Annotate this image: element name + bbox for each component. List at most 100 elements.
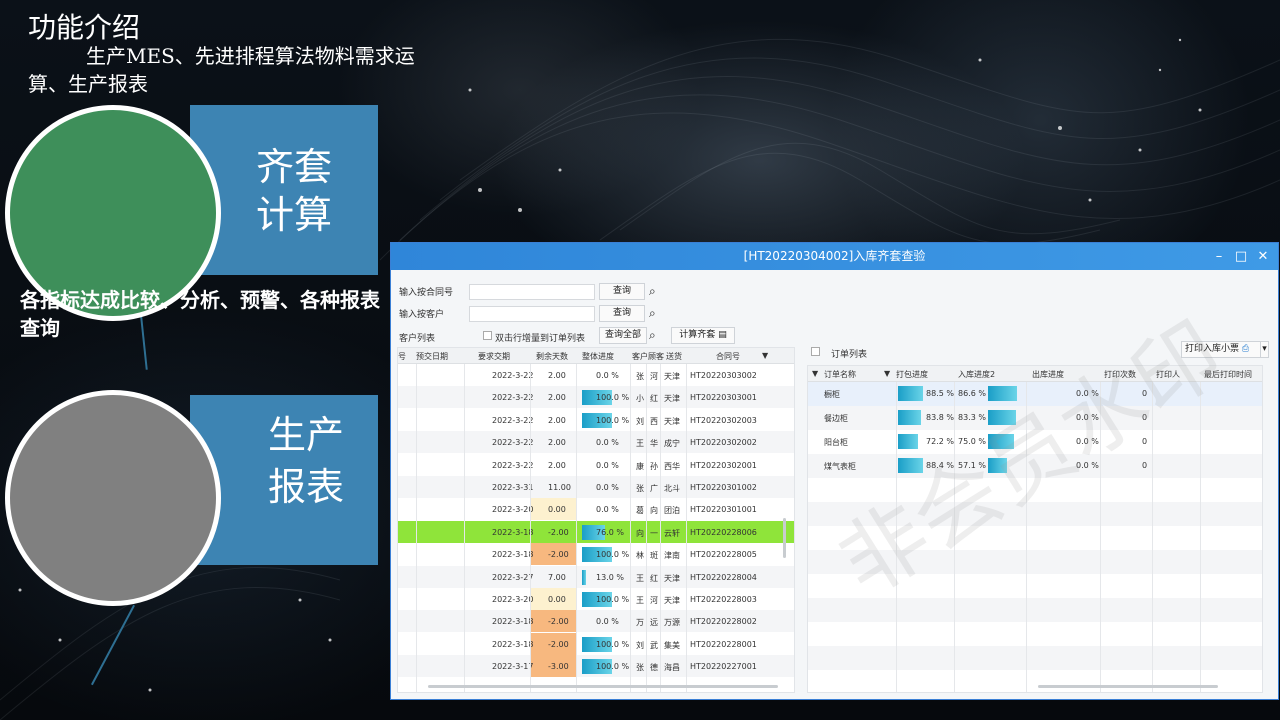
table-row[interactable] [808, 526, 1262, 550]
query-all-button[interactable]: 查询全部 [599, 327, 647, 344]
table-row[interactable]: 橱柜 88.5 % 86.6 % 0.0 % 0 [808, 382, 1262, 406]
table-row[interactable]: 2022-3-17 -3.00 100.0 % 张德海昌 HT20220227001 [398, 655, 794, 678]
order-table-header: ▼ 订单名称 ▼ 打包进度 入库进度2 出库进度 打印次数 打印人 最后打印时间 [808, 366, 1262, 382]
col-header[interactable]: 订单名称 [824, 369, 856, 380]
cell-progress: 0.0 % [596, 617, 619, 627]
grid-line [416, 364, 417, 692]
filter-icon[interactable]: ▼ [812, 369, 818, 378]
cell-c2: 广 [650, 484, 658, 493]
cell-c1: 张 [636, 663, 644, 673]
table-row[interactable] [808, 646, 1262, 670]
print-dropdown-chevron-icon[interactable]: ▾ [1260, 341, 1269, 358]
col-header[interactable]: 打包进度 [896, 369, 928, 380]
cell-stock: 86.6 % [958, 389, 986, 398]
col-header[interactable]: 最后打印时间 [1204, 369, 1252, 380]
customer-input[interactable] [469, 306, 595, 322]
query-contract-button[interactable]: 查询 [599, 283, 645, 300]
col-header[interactable]: 入库进度2 [958, 369, 995, 380]
order-list-checkbox[interactable] [811, 347, 820, 356]
maximize-icon[interactable]: □ [1230, 243, 1252, 270]
table-row[interactable] [808, 598, 1262, 622]
calculator-icon: ▤ [718, 330, 727, 340]
contract-input[interactable] [469, 284, 595, 300]
query-customer-button[interactable]: 查询 [599, 305, 645, 322]
print-ticket-button[interactable]: 打印入库小票 ⎙ [1181, 341, 1261, 358]
table-row[interactable]: 2022-3-18 -2.00 100.0 % 刘武集美 HT20220228001 [398, 632, 794, 655]
window-title: [HT20220304002]入库齐套查验 [743, 249, 926, 263]
cell-c1: 小 [636, 394, 644, 404]
col-header[interactable]: 整体进度 [582, 351, 614, 362]
cell-contract: HT20220228001 [690, 639, 757, 649]
horizontal-scrollbar[interactable] [1038, 685, 1218, 688]
col-header[interactable]: 合同号 [716, 351, 740, 362]
cell-c1: 刘 [636, 640, 644, 650]
table-row[interactable] [808, 478, 1262, 502]
horizontal-scrollbar[interactable] [428, 685, 778, 688]
table-row[interactable]: 2022-3-20 0.00 100.0 % 王河天津 HT20220228003 [398, 588, 794, 610]
cell-days: 7.00 [548, 572, 566, 582]
col-header[interactable]: 客户 [632, 351, 648, 362]
table-row[interactable] [808, 550, 1262, 574]
col-header[interactable]: 号 [398, 351, 406, 362]
table-row[interactable] [808, 502, 1262, 526]
table-row[interactable]: 2022-3-22 2.00 0.0 % 张河天津 HT20220303002 [398, 364, 794, 386]
table-row[interactable]: 2022-3-31 11.00 0.0 % 张广北斗 HT20220301002 [398, 476, 794, 498]
table-row[interactable]: 2022-3-27 7.00 13.0 % 王红天津 HT20220228004 [398, 565, 794, 588]
search-icon[interactable]: ⌕ [649, 283, 656, 299]
cell-count: 0 [1142, 461, 1148, 470]
filter-icon[interactable]: ▼ [884, 369, 890, 378]
cell-contract: HT20220302003 [690, 415, 757, 425]
close-icon[interactable]: ✕ [1252, 243, 1274, 270]
table-row[interactable]: 餐边柜 83.8 % 83.3 % 0.0 % 0 [808, 406, 1262, 430]
filter-icon[interactable]: ▼ [762, 351, 768, 360]
cell-c3: 团泊 [664, 506, 680, 516]
cell-c3: 津南 [664, 551, 680, 561]
minimize-icon[interactable]: – [1208, 243, 1230, 270]
col-header[interactable]: 打印次数 [1104, 369, 1136, 380]
table-row[interactable]: 煤气表柜 88.4 % 57.1 % 0.0 % 0 [808, 454, 1262, 478]
col-header[interactable]: 送货 [666, 351, 682, 362]
col-header[interactable]: 剩余天数 [536, 351, 568, 362]
table-row[interactable]: 2022-3-18 -2.00 76.0 % 向一云轩 HT20220228006 [398, 520, 794, 543]
search-icon[interactable]: ⌕ [649, 327, 656, 343]
table-row[interactable]: 2022-3-18 -2.00 0.0 % 万远万源 HT20220228002 [398, 610, 794, 633]
cell-name: 橱柜 [824, 390, 840, 399]
table-row[interactable]: 2022-3-22 2.00 0.0 % 康孙西华 HT20220302001 [398, 454, 794, 476]
cell-date: 2022-3-18 [492, 617, 534, 627]
table-row[interactable]: 2022-3-22 2.00 0.0 % 王华成宁 HT20220302002 [398, 431, 794, 454]
table-row[interactable]: 2022-3-18 -2.00 100.0 % 林斑津南 HT20220228005 [398, 543, 794, 566]
cell-contract: HT20220228002 [690, 617, 757, 627]
table-row[interactable]: 2022-3-22 2.00 100.0 % 小红天津 HT20220303001 [398, 386, 794, 409]
slide-title: 功能介绍 [28, 11, 141, 44]
col-header[interactable]: 打印人 [1156, 369, 1180, 380]
cell-contract: HT20220228006 [690, 527, 757, 537]
cell-c3: 海昌 [664, 663, 680, 673]
cell-c1: 向 [636, 528, 644, 538]
grid-line [660, 364, 661, 692]
calculate-kit-button[interactable]: 计算齐套 ▤ [671, 327, 735, 344]
table-row[interactable] [808, 622, 1262, 646]
col-header[interactable]: 顾客 [648, 351, 664, 362]
table-row[interactable]: 2022-3-22 2.00 100.0 % 刘西天津 HT20220302003 [398, 409, 794, 431]
table-row[interactable]: 阳台柜 72.2 % 75.0 % 0.0 % 0 [808, 430, 1262, 454]
col-header[interactable]: 要求交期 [478, 351, 510, 362]
cell-progress: 13.0 % [596, 572, 624, 582]
cell-c1: 张 [636, 484, 644, 493]
cell-out: 0.0 % [1076, 461, 1099, 470]
calculate-kit-label: 计算齐套 [679, 330, 716, 340]
order-list-label: 订单列表 [831, 350, 868, 360]
search-icon[interactable]: ⌕ [649, 305, 656, 321]
customer-list-label: 客户列表 [399, 334, 436, 344]
table-row[interactable]: 2022-3-20 0.00 0.0 % 葛向团泊 HT20220301001 [398, 498, 794, 521]
pack-progress-bar [898, 434, 919, 449]
cell-c2: 河 [650, 596, 658, 605]
cell-date: 2022-3-31 [492, 483, 534, 492]
dblclick-checkbox[interactable] [483, 331, 492, 340]
vertical-scrollbar[interactable] [783, 518, 786, 558]
col-header[interactable]: 预交日期 [416, 351, 448, 362]
table-row[interactable] [808, 670, 1262, 692]
table-row[interactable] [808, 574, 1262, 598]
progress-bar [582, 569, 586, 585]
col-header[interactable]: 出库进度 [1032, 369, 1064, 380]
grid-line [630, 364, 631, 692]
